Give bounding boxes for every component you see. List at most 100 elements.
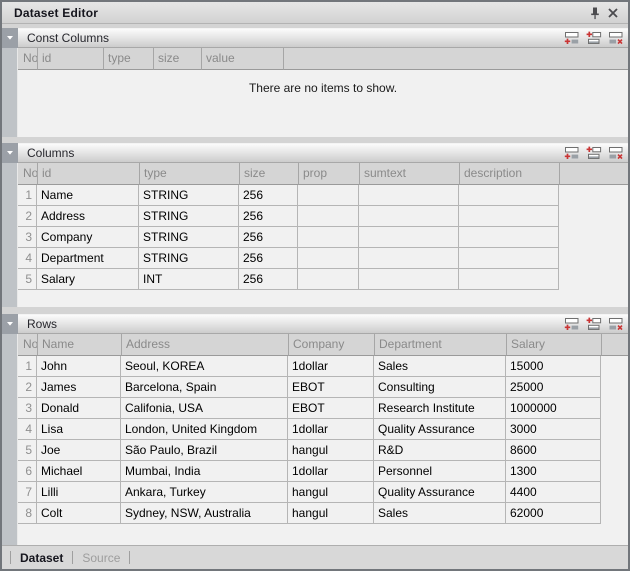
cell[interactable]: STRING bbox=[139, 248, 239, 269]
cell[interactable]: 3000 bbox=[506, 419, 601, 440]
cell[interactable]: Joe bbox=[37, 440, 121, 461]
cell[interactable]: Sydney, NSW, Australia bbox=[121, 503, 288, 524]
cell[interactable] bbox=[298, 185, 359, 206]
row-number-cell[interactable]: 1 bbox=[18, 356, 37, 377]
cell[interactable] bbox=[359, 227, 459, 248]
column-header-type[interactable]: type bbox=[104, 48, 154, 70]
row-number-cell[interactable]: 3 bbox=[18, 398, 37, 419]
tab-source[interactable]: Source bbox=[82, 551, 120, 565]
column-header-department[interactable]: Department bbox=[375, 334, 507, 356]
cell[interactable]: London, United Kingdom bbox=[121, 419, 288, 440]
cell[interactable]: Seoul, KOREA bbox=[121, 356, 288, 377]
cell[interactable]: Consulting bbox=[374, 377, 506, 398]
cell[interactable]: John bbox=[37, 356, 121, 377]
column-header-size[interactable]: size bbox=[240, 163, 299, 185]
cell[interactable]: Department bbox=[37, 248, 139, 269]
cell[interactable] bbox=[459, 206, 559, 227]
cell[interactable]: Research Institute bbox=[374, 398, 506, 419]
row-number-cell[interactable]: 4 bbox=[18, 248, 37, 269]
add-row-button[interactable] bbox=[562, 316, 581, 333]
cell[interactable]: Donald bbox=[37, 398, 121, 419]
cell[interactable]: 25000 bbox=[506, 377, 601, 398]
cell[interactable]: James bbox=[37, 377, 121, 398]
column-header-prop[interactable]: prop bbox=[299, 163, 360, 185]
delete-row-button[interactable] bbox=[606, 316, 625, 333]
cell[interactable]: STRING bbox=[139, 185, 239, 206]
cell[interactable] bbox=[459, 269, 559, 290]
column-header-name[interactable]: Name bbox=[38, 334, 122, 356]
cell[interactable]: Ankara, Turkey bbox=[121, 482, 288, 503]
column-header-size[interactable]: size bbox=[154, 48, 202, 70]
cell[interactable]: Mumbai, India bbox=[121, 461, 288, 482]
cell[interactable]: 256 bbox=[239, 206, 298, 227]
row-number-cell[interactable]: 5 bbox=[18, 269, 37, 290]
row-number-cell[interactable]: 3 bbox=[18, 227, 37, 248]
cell[interactable]: Address bbox=[37, 206, 139, 227]
cell[interactable]: hangul bbox=[288, 503, 374, 524]
insert-row-button[interactable] bbox=[584, 144, 603, 161]
row-number-cell[interactable]: 4 bbox=[18, 419, 37, 440]
row-number-cell[interactable]: 2 bbox=[18, 206, 37, 227]
cell[interactable]: 256 bbox=[239, 227, 298, 248]
cell[interactable]: Name bbox=[37, 185, 139, 206]
add-row-button[interactable] bbox=[562, 144, 581, 161]
cell[interactable]: Company bbox=[37, 227, 139, 248]
cell[interactable]: EBOT bbox=[288, 377, 374, 398]
close-button[interactable] bbox=[604, 4, 622, 22]
column-header-company[interactable]: Company bbox=[289, 334, 375, 356]
tab-dataset[interactable]: Dataset bbox=[20, 551, 63, 565]
column-header-id[interactable]: id bbox=[38, 48, 104, 70]
collapse-const-columns-button[interactable] bbox=[2, 28, 18, 48]
column-header-no[interactable]: No bbox=[18, 163, 38, 185]
pin-button[interactable] bbox=[586, 4, 604, 22]
cell[interactable]: hangul bbox=[288, 482, 374, 503]
cell[interactable] bbox=[359, 269, 459, 290]
cell[interactable] bbox=[459, 227, 559, 248]
cell[interactable]: Califonia, USA bbox=[121, 398, 288, 419]
cell[interactable]: 1dollar bbox=[288, 356, 374, 377]
row-number-cell[interactable]: 7 bbox=[18, 482, 37, 503]
collapse-columns-button[interactable] bbox=[2, 143, 18, 163]
cell[interactable]: 1dollar bbox=[288, 461, 374, 482]
column-header-sumtext[interactable]: sumtext bbox=[360, 163, 460, 185]
cell[interactable] bbox=[298, 248, 359, 269]
cell[interactable]: 1300 bbox=[506, 461, 601, 482]
cell[interactable]: Michael bbox=[37, 461, 121, 482]
cell[interactable]: Quality Assurance bbox=[374, 482, 506, 503]
cell[interactable]: R&D bbox=[374, 440, 506, 461]
column-header-type[interactable]: type bbox=[140, 163, 240, 185]
insert-row-button[interactable] bbox=[584, 316, 603, 333]
row-number-cell[interactable]: 2 bbox=[18, 377, 37, 398]
cell[interactable] bbox=[359, 248, 459, 269]
add-row-button[interactable] bbox=[562, 30, 581, 47]
cell[interactable]: STRING bbox=[139, 227, 239, 248]
cell[interactable]: Quality Assurance bbox=[374, 419, 506, 440]
row-number-cell[interactable]: 8 bbox=[18, 503, 37, 524]
cell[interactable]: Lisa bbox=[37, 419, 121, 440]
column-header-id[interactable]: id bbox=[38, 163, 140, 185]
cell[interactable] bbox=[298, 227, 359, 248]
cell[interactable]: Sales bbox=[374, 356, 506, 377]
cell[interactable] bbox=[459, 185, 559, 206]
cell[interactable]: Barcelona, Spain bbox=[121, 377, 288, 398]
row-number-cell[interactable]: 5 bbox=[18, 440, 37, 461]
column-header-salary[interactable]: Salary bbox=[507, 334, 602, 356]
cell[interactable]: 62000 bbox=[506, 503, 601, 524]
cell[interactable]: Salary bbox=[37, 269, 139, 290]
cell[interactable]: 4400 bbox=[506, 482, 601, 503]
column-header-address[interactable]: Address bbox=[122, 334, 289, 356]
collapse-rows-button[interactable] bbox=[2, 314, 18, 334]
cell[interactable]: 1000000 bbox=[506, 398, 601, 419]
cell[interactable]: 256 bbox=[239, 248, 298, 269]
delete-row-button[interactable] bbox=[606, 30, 625, 47]
cell[interactable]: Lilli bbox=[37, 482, 121, 503]
insert-row-button[interactable] bbox=[584, 30, 603, 47]
cell[interactable]: Sales bbox=[374, 503, 506, 524]
cell[interactable] bbox=[459, 248, 559, 269]
cell[interactable]: 1dollar bbox=[288, 419, 374, 440]
row-number-cell[interactable]: 6 bbox=[18, 461, 37, 482]
cell[interactable]: 15000 bbox=[506, 356, 601, 377]
cell[interactable]: EBOT bbox=[288, 398, 374, 419]
cell[interactable]: STRING bbox=[139, 206, 239, 227]
cell[interactable] bbox=[298, 269, 359, 290]
